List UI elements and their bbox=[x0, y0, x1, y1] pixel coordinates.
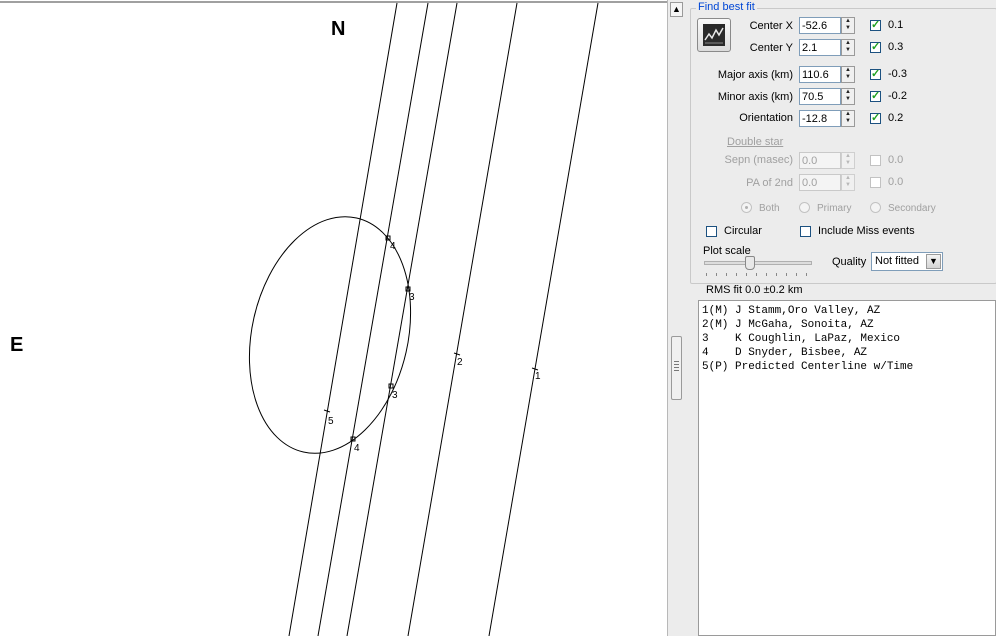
pa-second-checkbox[interactable] bbox=[870, 177, 881, 188]
chord-line-5 bbox=[288, 2, 398, 636]
quality-value: Not fitted bbox=[875, 255, 920, 267]
minor-axis-result: -0.2 bbox=[888, 90, 907, 102]
fit-button[interactable] bbox=[697, 18, 731, 52]
fit-chart-icon bbox=[703, 24, 725, 46]
minor-axis-spinner[interactable]: ▲ ▼ bbox=[841, 88, 855, 105]
chord-label: 2 bbox=[457, 357, 463, 368]
slider-tick bbox=[726, 273, 727, 276]
center-x-checkbox[interactable] bbox=[870, 18, 881, 31]
major-axis-label: Major axis (km) bbox=[717, 69, 793, 81]
orientation-checkbox[interactable] bbox=[870, 111, 881, 124]
center-y-label: Center Y bbox=[749, 42, 793, 54]
orientation-label: Orientation bbox=[739, 112, 793, 124]
chord-label: 5 bbox=[328, 416, 334, 427]
list-item[interactable]: 3 K Coughlin, LaPaz, Mexico bbox=[702, 332, 900, 346]
north-label: N bbox=[331, 18, 346, 40]
circular-checkbox[interactable] bbox=[706, 226, 717, 237]
scroll-up-arrow-icon[interactable]: ▲ bbox=[670, 2, 683, 17]
slider-tick bbox=[706, 273, 707, 276]
slider-tick bbox=[806, 273, 807, 276]
pa-second-result: 0.0 bbox=[888, 176, 904, 188]
observer-list[interactable]: 1(M) J Stamm,Oro Valley, AZ 2(M) J McGah… bbox=[698, 300, 996, 636]
include-miss-checkbox[interactable] bbox=[800, 226, 811, 237]
radio-secondary[interactable] bbox=[870, 202, 881, 213]
vertical-scrollbar[interactable]: ▲ bbox=[667, 0, 685, 636]
orientation-result: 0.2 bbox=[888, 112, 904, 124]
slider-tick bbox=[756, 273, 757, 276]
radio-secondary-label: Secondary bbox=[888, 203, 936, 214]
orientation-spinner[interactable]: ▲ ▼ bbox=[841, 110, 855, 127]
chord-line-4 bbox=[317, 2, 429, 636]
plot-canvas: 4 3 3 4 2 1 5 bbox=[0, 1, 667, 636]
chord-line-2 bbox=[407, 2, 518, 636]
center-x-result: 0.1 bbox=[888, 19, 904, 31]
pa-second-input[interactable]: 0.0 bbox=[799, 174, 841, 191]
quality-label: Quality bbox=[832, 256, 867, 268]
minor-axis-checkbox[interactable] bbox=[870, 89, 881, 102]
group-title: Find best fit bbox=[696, 1, 757, 13]
major-axis-checkbox[interactable] bbox=[870, 67, 881, 80]
plot-scale-slider[interactable] bbox=[745, 256, 755, 270]
slider-tick bbox=[766, 273, 767, 276]
slider-tick bbox=[716, 273, 717, 276]
chord-label: 3 bbox=[409, 292, 415, 303]
slider-tick bbox=[746, 273, 747, 276]
quality-dropdown[interactable]: Not fitted ▼ bbox=[871, 252, 943, 271]
separation-checkbox[interactable] bbox=[870, 155, 881, 166]
chord-line-1 bbox=[488, 2, 599, 636]
major-axis-spinner[interactable]: ▲ ▼ bbox=[841, 66, 855, 83]
radio-primary-label: Primary bbox=[817, 203, 852, 214]
minor-axis-input[interactable]: 70.5 bbox=[799, 88, 841, 105]
slider-tick bbox=[786, 273, 787, 276]
rms-fit-text: RMS fit 0.0 ±0.2 km bbox=[706, 284, 803, 296]
radio-primary[interactable] bbox=[799, 202, 810, 213]
chevron-down-icon[interactable]: ▼ bbox=[926, 254, 941, 269]
chord-label: 4 bbox=[390, 241, 396, 252]
include-miss-label: Include Miss events bbox=[818, 225, 915, 237]
center-x-input[interactable]: -52.6 bbox=[799, 17, 841, 34]
chord-label: 4 bbox=[354, 443, 360, 454]
fitted-ellipse bbox=[248, 216, 412, 454]
orientation-input[interactable]: -12.8 bbox=[799, 110, 841, 127]
list-item[interactable]: 1(M) J Stamm,Oro Valley, AZ bbox=[702, 304, 880, 318]
center-y-input[interactable]: 2.1 bbox=[799, 39, 841, 56]
list-item[interactable]: 5(P) Predicted Centerline w/Time bbox=[702, 360, 913, 374]
east-label: E bbox=[10, 334, 24, 356]
major-axis-input[interactable]: 110.6 bbox=[799, 66, 841, 83]
center-x-spinner[interactable]: ▲ ▼ bbox=[841, 17, 855, 34]
chord-label: 3 bbox=[392, 390, 398, 401]
center-y-checkbox[interactable] bbox=[870, 40, 881, 53]
occultation-plot[interactable]: 4 3 3 4 2 1 5 N E bbox=[0, 0, 667, 636]
circular-label: Circular bbox=[724, 225, 762, 237]
plot-scale-label: Plot scale bbox=[703, 245, 751, 257]
major-axis-result: -0.3 bbox=[888, 68, 907, 80]
separation-input[interactable]: 0.0 bbox=[799, 152, 841, 169]
list-item[interactable]: 4 D Snyder, Bisbee, AZ bbox=[702, 346, 867, 360]
minor-axis-label: Minor axis (km) bbox=[717, 91, 793, 103]
separation-result: 0.0 bbox=[888, 154, 904, 166]
separation-label: Sepn (masec) bbox=[724, 154, 793, 166]
slider-tick bbox=[776, 273, 777, 276]
center-x-label: Center X bbox=[749, 20, 793, 32]
slider-tick bbox=[736, 273, 737, 276]
double-star-link[interactable]: Double star bbox=[727, 136, 783, 148]
list-item[interactable]: 2(M) J McGaha, Sonoita, AZ bbox=[702, 318, 874, 332]
center-y-result: 0.3 bbox=[888, 41, 904, 53]
chord-line-3 bbox=[346, 2, 458, 636]
pa-second-spinner[interactable]: ▲ ▼ bbox=[841, 174, 855, 191]
separation-spinner[interactable]: ▲ ▼ bbox=[841, 152, 855, 169]
radio-both-label: Both bbox=[759, 203, 780, 214]
radio-both[interactable] bbox=[741, 202, 752, 213]
pa-second-label: PA of 2nd bbox=[746, 177, 793, 189]
slider-tick bbox=[796, 273, 797, 276]
plot-scale-track[interactable] bbox=[704, 261, 812, 265]
center-y-spinner[interactable]: ▲ ▼ bbox=[841, 39, 855, 56]
scrollbar-thumb[interactable] bbox=[671, 336, 682, 400]
chord-label: 1 bbox=[535, 371, 541, 382]
